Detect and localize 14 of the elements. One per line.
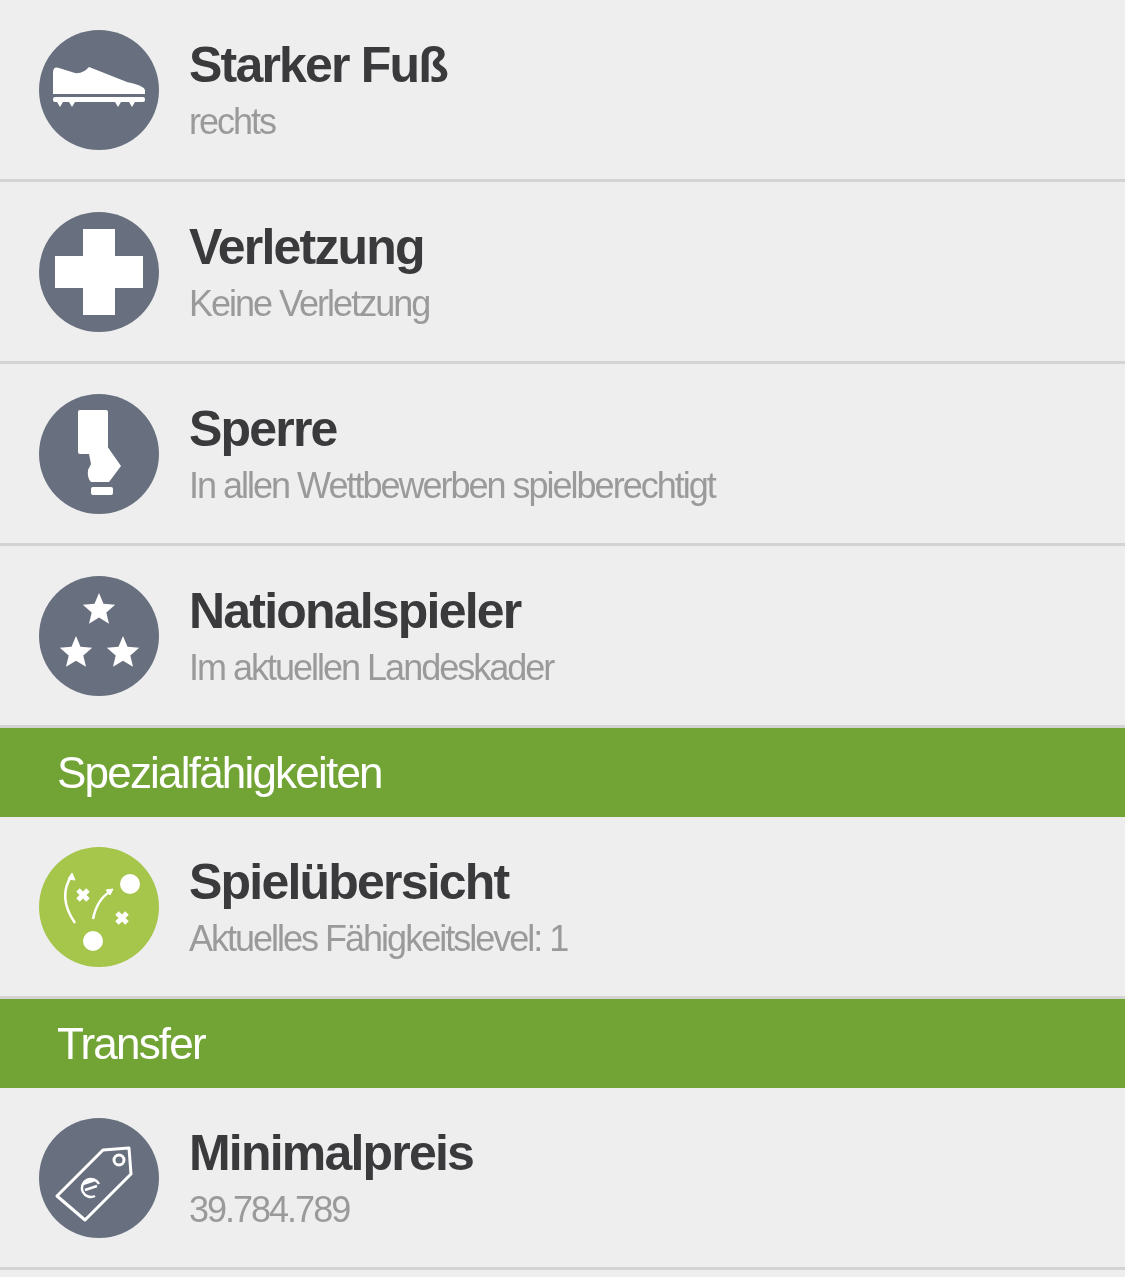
item-subtitle: 39.784.789 — [189, 1187, 351, 1232]
item-subtitle: Aktuelles Fähigkeitslevel: 1 — [189, 916, 568, 961]
item-title: Spielübersicht — [189, 852, 510, 911]
section-title: Spezialfähigkeiten — [57, 747, 382, 798]
item-title: Minimalpreis — [189, 1123, 474, 1182]
item-subtitle: rechts — [189, 99, 277, 144]
item-subtitle: In allen Wettbewerben spielberechtigt — [189, 463, 715, 508]
item-title: Starker Fuß — [189, 35, 448, 94]
item-title: Nationalspieler — [189, 581, 522, 640]
item-title: Sperre — [189, 399, 338, 458]
item-subtitle: Keine Verletzung — [189, 281, 430, 326]
item-subtitle: Im aktuellen Landeskader — [189, 645, 554, 690]
item-title: Verletzung — [189, 217, 425, 276]
section-title: Transfer — [57, 1018, 205, 1069]
